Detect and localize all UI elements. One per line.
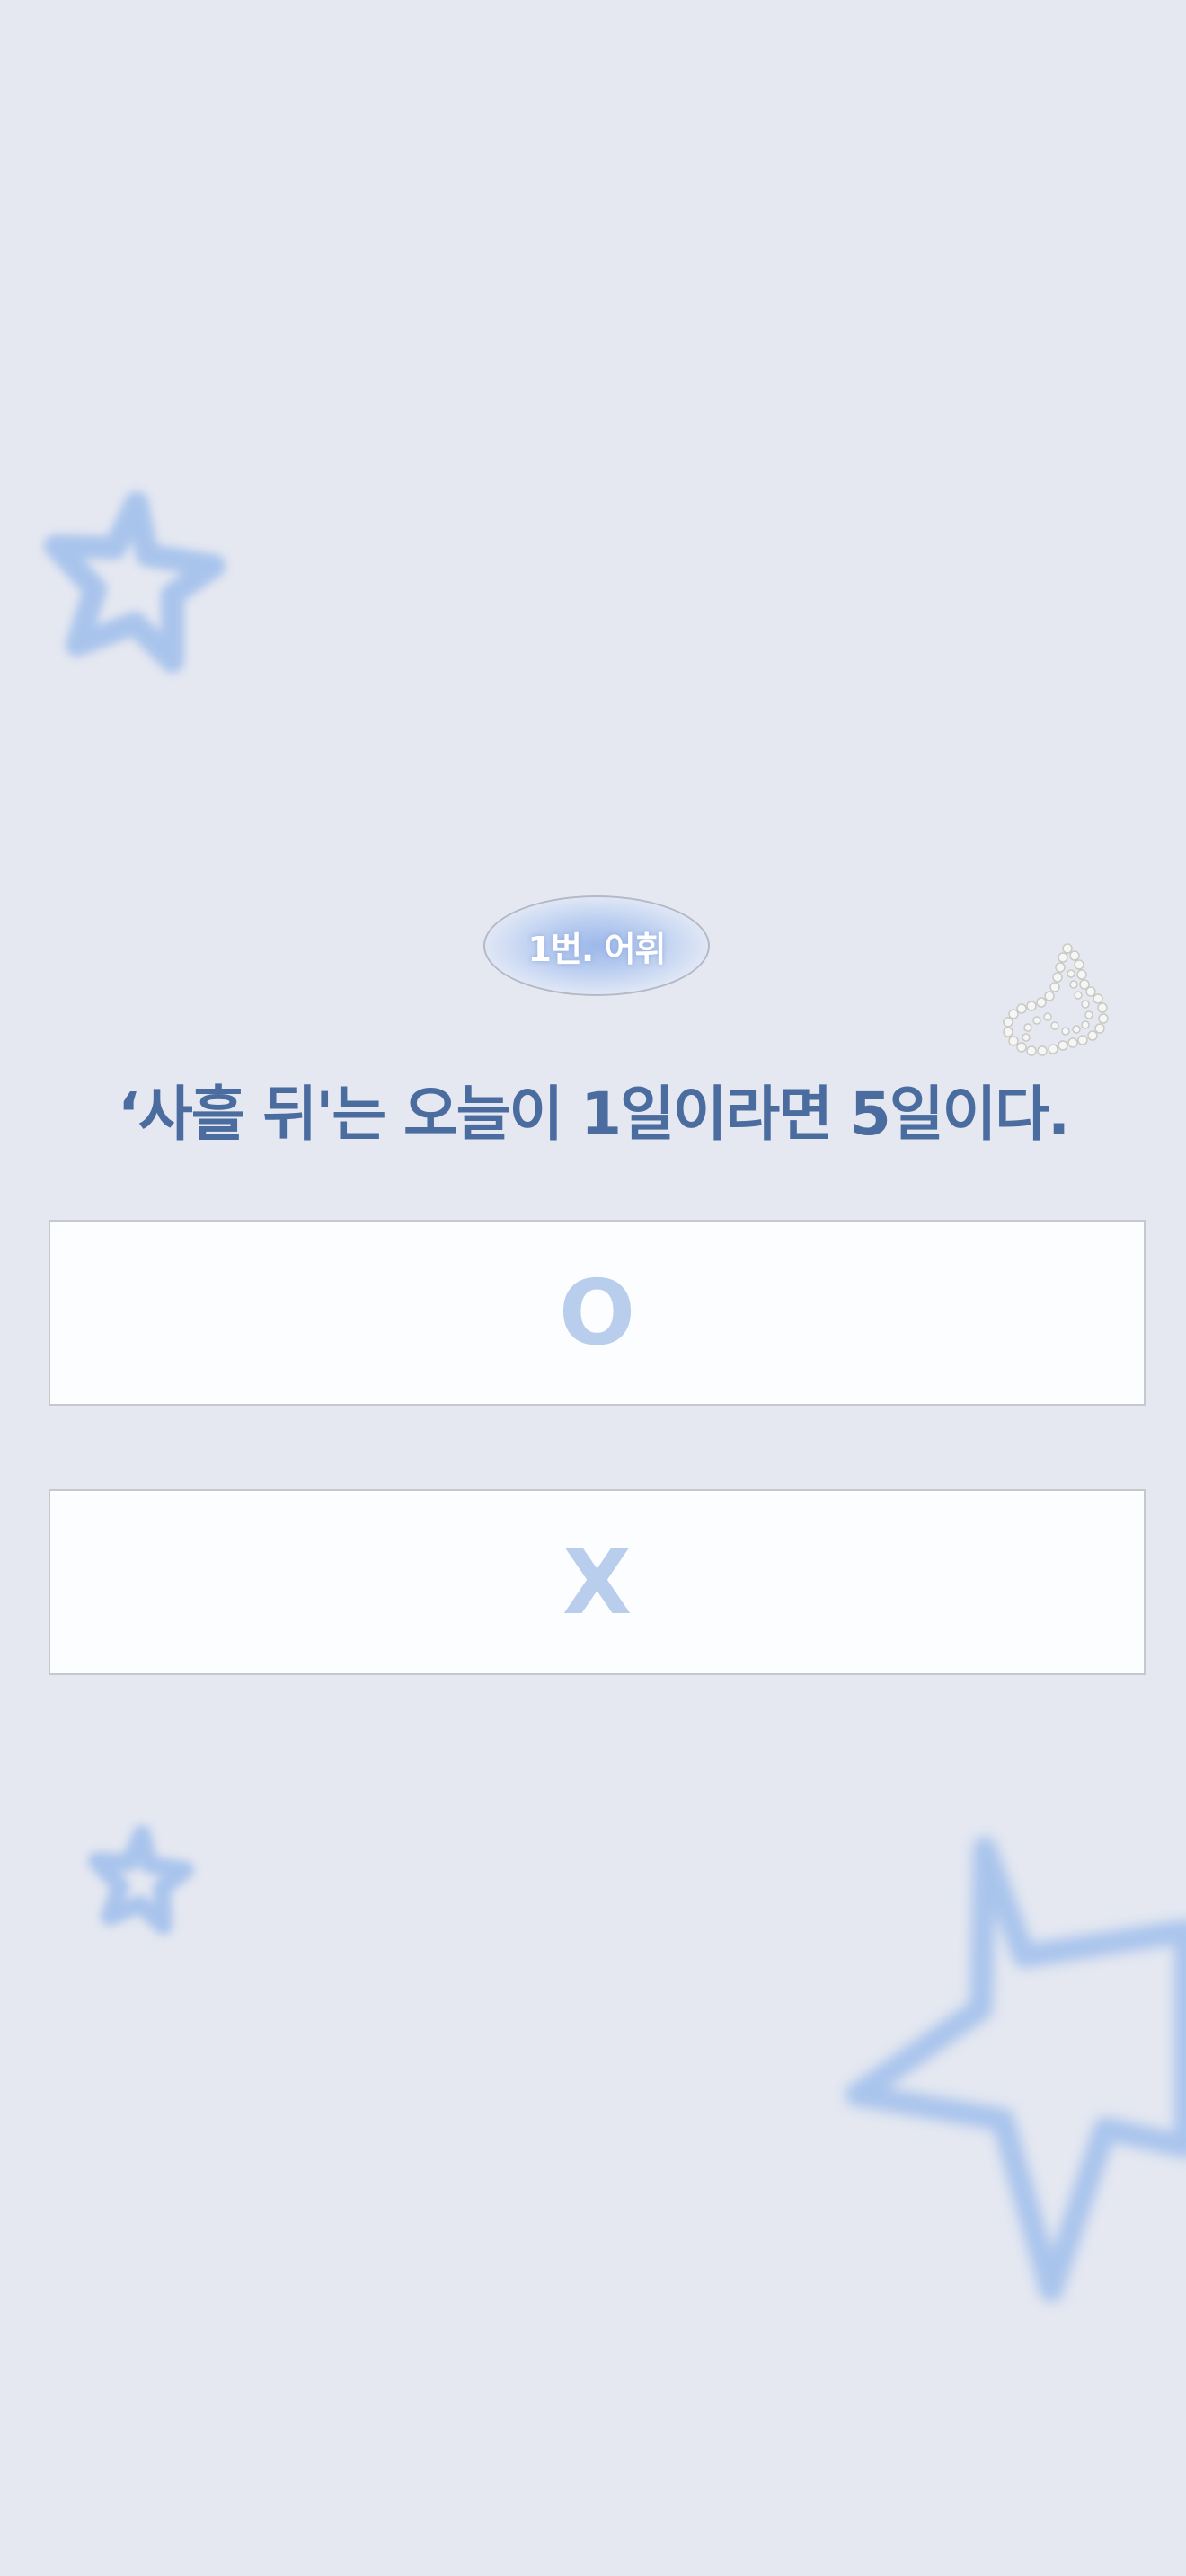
answer-o-button[interactable]: O [49,1220,1146,1406]
star-icon [44,491,226,673]
question-number-label: 1번. 어휘 [527,929,667,969]
question-number-badge: 1번. 어휘 [483,895,710,996]
answer-x-label: X [562,1529,633,1635]
answer-x-button[interactable]: X [49,1489,1146,1675]
angel-wing-icon [1003,943,1109,1056]
star-icon [845,1837,1186,2302]
star-icon [88,1825,194,1935]
question-text: ‘사흘 뒤'는 오늘이 1일이라면 5일이다. [117,1080,1070,1149]
answer-o-label: O [558,1259,635,1365]
